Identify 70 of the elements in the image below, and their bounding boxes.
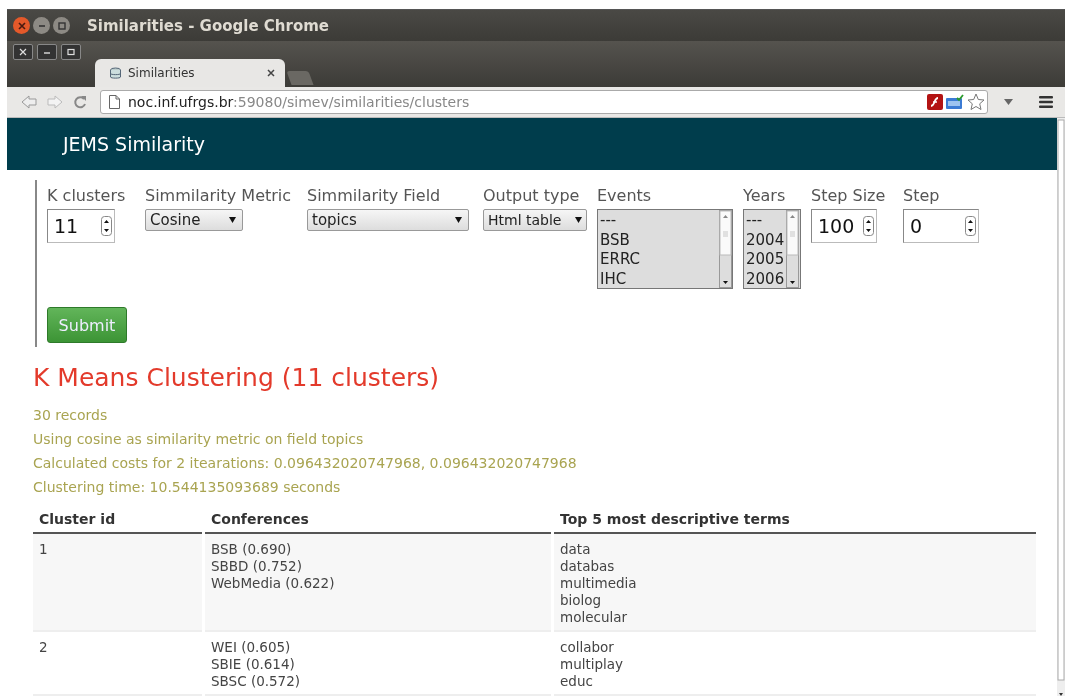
term-entry: multiplay — [560, 656, 625, 673]
menu-icon[interactable] — [1039, 96, 1053, 108]
page-icon — [109, 95, 120, 109]
conference-entry: SBIE (0.614) — [211, 656, 296, 673]
term-entry: data — [560, 541, 592, 558]
spinner-icon[interactable] — [965, 216, 976, 236]
select-dropdown[interactable]: Cosine — [145, 209, 243, 231]
field-label: Simmilarity Field — [307, 186, 442, 205]
table-cell: 1 — [33, 534, 202, 632]
field-label: K clusters — [47, 186, 127, 205]
number-field[interactable]: 11 — [47, 209, 115, 243]
list-option[interactable]: 2006 — [746, 269, 785, 289]
caret-icon — [455, 217, 462, 223]
database-icon — [109, 66, 122, 80]
window-title: Similarities - Google Chrome — [87, 16, 329, 35]
spinner-icon[interactable] — [863, 216, 874, 236]
list-option[interactable]: BSB — [600, 230, 717, 250]
dropdown-caret-icon[interactable] — [1004, 99, 1013, 105]
app-title: JEMS Similarity — [63, 133, 205, 155]
conference-entry: WEI (0.605) — [211, 639, 292, 656]
list-box[interactable]: --- BSB ERRC IHC — [597, 209, 733, 289]
field-label: Output type — [483, 186, 581, 205]
spinner-icon[interactable] — [101, 216, 112, 236]
term-entry: multimedia — [560, 575, 638, 592]
term-entry: collabor — [560, 639, 615, 656]
address-bar[interactable]: noc.inf.ufrgs.br:59080/simev/similarities/clusters — [100, 90, 988, 114]
number-field[interactable]: 100 — [811, 209, 877, 243]
term-entry: educ — [560, 673, 594, 690]
caret-icon — [229, 217, 236, 223]
star-icon[interactable] — [967, 93, 985, 111]
list-box[interactable]: --- 2004 2005 2006 — [743, 209, 801, 289]
reload-icon[interactable] — [73, 94, 88, 110]
close-icon[interactable] — [267, 69, 275, 77]
list-option[interactable]: IHC — [600, 269, 717, 289]
conference-entry: BSB (0.690) — [211, 541, 293, 558]
term-entry: biolog — [560, 592, 603, 609]
results-heading: K Means Clustering (11 clusters) — [33, 363, 441, 392]
conference-entry: SBBD (0.752) — [211, 558, 303, 575]
maximize-icon[interactable] — [61, 44, 81, 60]
term-entry: databas — [560, 558, 616, 575]
browser-tab[interactable]: Similarities — [95, 59, 285, 87]
info-text: Calculated costs for 2 itearations: 0.096432020747968, 0.096432020747968 — [33, 454, 578, 472]
conference-entry: SBSC (0.572) — [211, 673, 302, 690]
url-host: noc.inf.ufrgs.br — [128, 94, 234, 110]
field-label: Events — [597, 186, 653, 205]
info-text: Clustering time: 10.544135093689 seconds — [33, 478, 342, 496]
select-dropdown[interactable]: topics — [307, 209, 469, 231]
caret-icon — [575, 217, 582, 223]
list-option[interactable]: --- — [600, 211, 717, 231]
field-label: Years — [743, 186, 787, 205]
term-entry: molecular — [560, 609, 629, 626]
conference-entry: WebMedia (0.622) — [211, 575, 336, 592]
url-path: :59080/simev/similarities/clusters — [233, 94, 470, 110]
html-validator-icon[interactable] — [946, 94, 964, 110]
close-icon[interactable] — [13, 44, 33, 60]
minimize-icon[interactable] — [37, 44, 57, 60]
info-text: 30 records — [33, 406, 109, 424]
list-option[interactable]: 2004 — [746, 230, 785, 250]
minimize-icon[interactable] — [33, 17, 50, 34]
list-option[interactable]: 2005 — [746, 250, 785, 270]
select-dropdown[interactable]: Html table — [483, 209, 587, 231]
list-option[interactable]: ERRC — [600, 250, 717, 270]
list-option[interactable]: --- — [746, 211, 785, 231]
info-text: Using cosine as similarity metric on field topics — [33, 430, 365, 448]
field-label: Step — [903, 186, 941, 205]
flash-icon[interactable] — [927, 94, 943, 110]
number-field[interactable]: 0 — [903, 209, 979, 243]
close-icon[interactable] — [13, 17, 30, 34]
field-label: Step Size — [811, 186, 887, 205]
field-label: Simmilarity Metric — [145, 186, 293, 205]
